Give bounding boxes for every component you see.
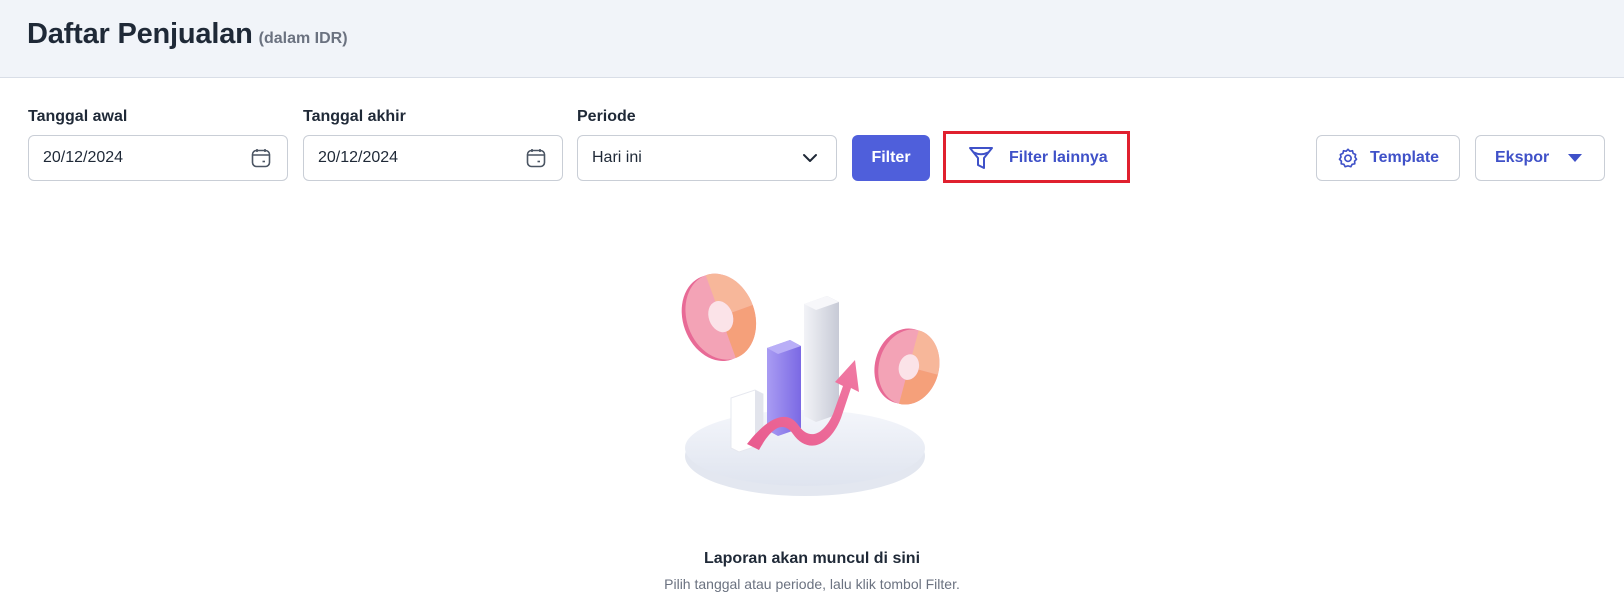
empty-state-subtitle: Pilih tanggal atau periode, lalu klik to… <box>664 576 960 592</box>
caret-down-icon <box>1567 153 1583 163</box>
end-date-field[interactable]: 20/12/2024 <box>303 135 563 181</box>
empty-state-title: Laporan akan muncul di sini <box>703 550 921 567</box>
end-date-label: Tanggal akhir <box>303 108 406 125</box>
funnel-icon <box>967 144 995 172</box>
page-title: Daftar Penjualan (dalam IDR) <box>27 18 348 51</box>
start-date-label: Tanggal awal <box>28 108 128 125</box>
calendar-icon[interactable] <box>524 146 548 170</box>
template-button[interactable]: Template <box>1316 135 1460 181</box>
page-subtitle: (dalam IDR) <box>258 30 348 47</box>
page-title-text: Daftar Penjualan <box>27 18 253 50</box>
chevron-down-icon <box>798 146 822 170</box>
start-date-field[interactable]: 20/12/2024 <box>28 135 288 181</box>
chart-illustration <box>675 268 963 496</box>
export-button[interactable]: Ekspor <box>1475 135 1605 181</box>
period-select[interactable]: Hari ini <box>577 135 837 181</box>
more-filters-label: Filter lainnya <box>1009 149 1108 166</box>
period-label: Periode <box>577 108 636 125</box>
more-filters-button[interactable]: Filter lainnya <box>947 135 1127 181</box>
start-date-value: 20/12/2024 <box>43 149 124 166</box>
period-value: Hari ini <box>592 149 642 166</box>
template-label: Template <box>1370 149 1440 166</box>
gear-icon <box>1337 147 1359 169</box>
page-header: Daftar Penjualan (dalam IDR) <box>0 0 1624 78</box>
end-date-value: 20/12/2024 <box>318 149 399 166</box>
calendar-icon[interactable] <box>249 146 273 170</box>
filter-button[interactable]: Filter <box>852 135 930 181</box>
export-label: Ekspor <box>1495 149 1550 166</box>
